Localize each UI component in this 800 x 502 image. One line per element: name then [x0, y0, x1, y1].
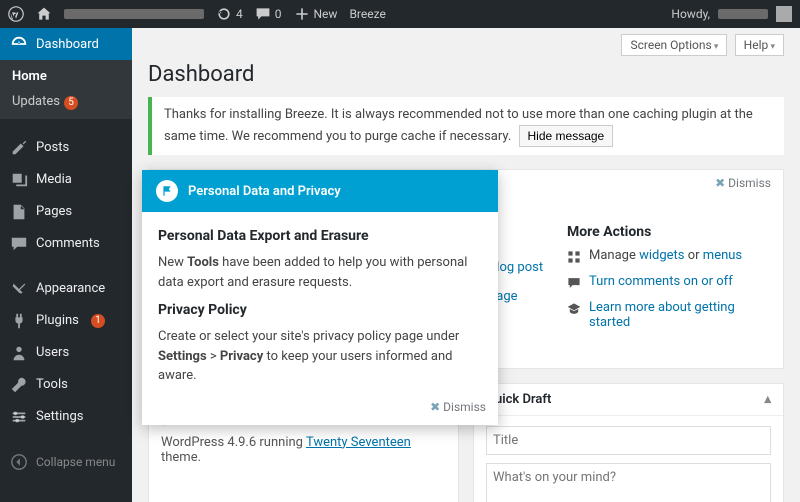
- sidebar-label-pages: Pages: [36, 204, 72, 219]
- howdy-label: Howdy,: [671, 7, 710, 21]
- breeze-notice: Thanks for installing Breeze. It is alwa…: [148, 97, 784, 155]
- sidebar-sub-home[interactable]: Home: [0, 64, 132, 89]
- popup-p2: Create or select your site's privacy pol…: [158, 327, 482, 386]
- comment-count: 0: [275, 7, 282, 21]
- wp-version: WordPress 4.9.6 running Twenty Seventeen…: [161, 435, 446, 465]
- refresh-count: 4: [236, 7, 243, 21]
- comments-toggle-link[interactable]: Turn comments on or off: [589, 274, 733, 289]
- more-action-widgets: Manage widgets or menus: [567, 248, 767, 264]
- avatar[interactable]: [776, 6, 792, 22]
- sidebar-label-settings: Settings: [36, 409, 83, 424]
- sidebar-label-tools: Tools: [36, 377, 68, 392]
- widgets-icon: [567, 250, 581, 264]
- more-action-comments: Turn comments on or off: [567, 274, 767, 290]
- more-action-learn: Learn more about getting started: [567, 300, 767, 330]
- theme-link[interactable]: Twenty Seventeen: [306, 435, 411, 450]
- sidebar-item-pages[interactable]: Pages: [0, 196, 132, 228]
- sidebar-item-appearance[interactable]: Appearance: [0, 273, 132, 305]
- refresh-item[interactable]: 4: [216, 6, 243, 22]
- sidebar-label-users: Users: [36, 345, 69, 360]
- box-toggle-icon[interactable]: ▴: [764, 392, 771, 407]
- sidebar-collapse[interactable]: Collapse menu: [0, 446, 132, 478]
- admin-bar: 4 0 New Breeze Howdy,: [0, 0, 800, 28]
- wp-logo-icon[interactable]: [8, 6, 24, 22]
- draft-body-input[interactable]: [486, 463, 771, 502]
- sidebar-item-tools[interactable]: Tools: [0, 369, 132, 401]
- plugins-badge: 1: [91, 314, 105, 328]
- notice-text: Thanks for installing Breeze. It is alwa…: [164, 107, 753, 144]
- screen-options-button[interactable]: Screen Options: [621, 34, 727, 56]
- sidebar-label-comments: Comments: [36, 236, 100, 251]
- more-actions: More Actions Manage widgets or menus Tur…: [567, 224, 767, 340]
- sidebar-sub-updates[interactable]: Updates5: [0, 89, 132, 115]
- new-item[interactable]: New: [294, 6, 338, 22]
- popup-dismiss-button[interactable]: Dismiss: [430, 400, 486, 414]
- quick-draft-box: Quick Draft▴: [473, 383, 784, 502]
- widgets-link[interactable]: widgets: [639, 248, 684, 263]
- home-icon[interactable]: [36, 6, 52, 22]
- hide-message-button[interactable]: Hide message: [519, 125, 614, 147]
- popup-header: Personal Data and Privacy: [142, 170, 498, 212]
- sidebar-item-plugins[interactable]: Plugins 1: [0, 305, 132, 337]
- comments-item[interactable]: 0: [255, 6, 282, 22]
- privacy-popup: Personal Data and Privacy Personal Data …: [142, 170, 498, 425]
- menus-link[interactable]: menus: [703, 248, 742, 263]
- learn-more-link[interactable]: Learn more about getting started: [589, 300, 767, 330]
- sidebar-label-dashboard: Dashboard: [36, 37, 99, 52]
- popup-p1: New Tools have been added to help you wi…: [158, 253, 482, 292]
- welcome-dismiss-button[interactable]: Dismiss: [715, 176, 771, 190]
- sidebar-item-users[interactable]: Users: [0, 337, 132, 369]
- user-name-redacted: [718, 9, 768, 19]
- more-actions-title: More Actions: [567, 224, 767, 240]
- popup-h1: Personal Data Export and Erasure: [158, 226, 482, 247]
- sidebar-label-appearance: Appearance: [36, 281, 105, 296]
- sidebar-item-comments[interactable]: Comments: [0, 228, 132, 260]
- draft-title-input[interactable]: [486, 426, 771, 455]
- sidebar-item-posts[interactable]: Posts: [0, 132, 132, 164]
- flag-icon: [156, 180, 178, 202]
- new-label: New: [314, 7, 338, 21]
- breeze-item[interactable]: Breeze: [349, 7, 385, 21]
- sidebar-item-media[interactable]: Media: [0, 164, 132, 196]
- site-name-redacted: [64, 9, 204, 19]
- sidebar-label-posts: Posts: [36, 140, 69, 155]
- popup-h2: Privacy Policy: [158, 300, 482, 321]
- sidebar-label-collapse: Collapse menu: [36, 455, 115, 469]
- sidebar-item-settings[interactable]: Settings: [0, 401, 132, 433]
- popup-title: Personal Data and Privacy: [188, 184, 341, 199]
- sidebar-item-dashboard[interactable]: Dashboard: [0, 28, 132, 60]
- page-title: Dashboard: [148, 62, 784, 87]
- sidebar-label-media: Media: [36, 172, 72, 187]
- updates-badge: 5: [64, 96, 78, 110]
- comments-toggle-icon: [567, 276, 581, 290]
- help-button[interactable]: Help: [735, 34, 784, 56]
- sidebar-label-plugins: Plugins: [36, 313, 79, 328]
- sidebar-submenu: Home Updates5: [0, 60, 132, 119]
- grad-cap-icon: [567, 302, 581, 316]
- admin-sidebar: Dashboard Home Updates5 Posts Media Page…: [0, 28, 132, 502]
